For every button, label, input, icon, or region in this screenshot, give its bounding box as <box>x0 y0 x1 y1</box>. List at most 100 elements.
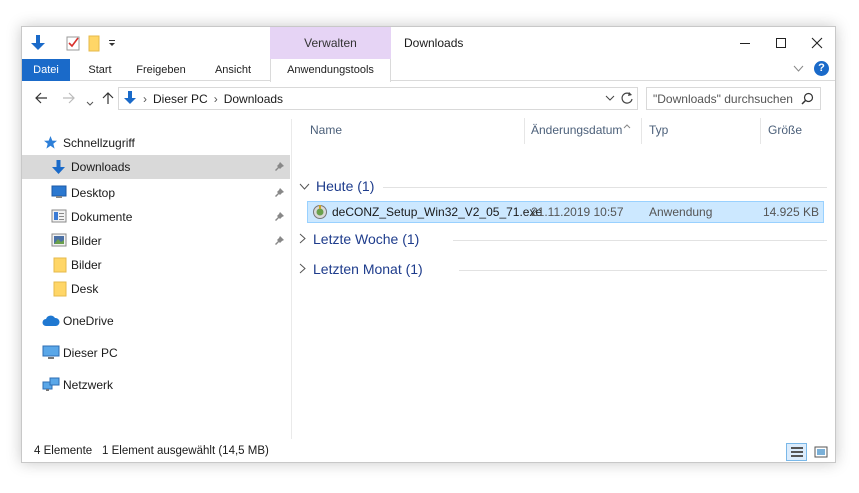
group-header-heute[interactable]: Heute (1) <box>299 175 374 197</box>
search-input[interactable]: "Downloads" durchsuchen <box>646 87 821 110</box>
sidebar-item-label: Bilder <box>71 258 102 272</box>
navigation-pane: Schnellzugriff Downloads Desktop Dokumen… <box>22 116 290 440</box>
new-folder-icon[interactable] <box>87 35 101 52</box>
back-arrow-icon[interactable] <box>34 91 48 108</box>
sidebar-item-desk[interactable]: Desk <box>22 277 290 301</box>
breadcrumb-downloads[interactable]: Downloads <box>224 92 283 106</box>
sidebar-item-label: Bilder <box>71 234 102 248</box>
pane-divider[interactable] <box>291 119 292 439</box>
sidebar-item-bilder-folder[interactable]: Bilder <box>22 253 290 277</box>
breadcrumb-separator-icon[interactable]: › <box>143 92 147 106</box>
search-icon[interactable] <box>801 92 814 108</box>
group-header-letzten-monat[interactable]: Letzten Monat (1) <box>299 258 423 280</box>
group-label: Letzte Woche (1) <box>313 231 420 247</box>
file-date: 21.11.2019 10:57 <box>531 205 624 219</box>
breadcrumb-separator-icon[interactable]: › <box>214 92 218 106</box>
up-arrow-icon[interactable] <box>102 91 114 108</box>
forward-arrow-icon[interactable] <box>62 91 76 108</box>
column-header-type[interactable]: Typ <box>649 123 668 137</box>
thumbnail-view-icon <box>814 446 827 458</box>
tab-anwendungstools[interactable]: Anwendungstools <box>270 59 391 82</box>
file-row[interactable]: deCONZ_Setup_Win32_V2_05_71.exe 21.11.20… <box>307 201 824 223</box>
help-icon[interactable]: ? <box>814 61 829 76</box>
sidebar-item-label: Dokumente <box>71 210 133 224</box>
sidebar-item-onedrive[interactable]: OneDrive <box>22 309 290 333</box>
group-header-letzte-woche[interactable]: Letzte Woche (1) <box>299 228 419 250</box>
column-separator[interactable] <box>524 118 525 144</box>
sidebar-item-label: OneDrive <box>63 314 114 328</box>
refresh-icon[interactable] <box>620 91 634 108</box>
column-separator[interactable] <box>760 118 761 144</box>
group-divider <box>459 270 827 271</box>
properties-icon[interactable] <box>66 35 81 51</box>
chevron-right-icon <box>299 231 307 247</box>
computer-icon <box>42 345 60 363</box>
pictures-icon <box>51 233 67 250</box>
window-title: Downloads <box>404 36 464 50</box>
close-button[interactable] <box>799 27 835 59</box>
file-type: Anwendung <box>649 205 713 219</box>
navigation-bar: › Dieser PC › Downloads "Downloads" durc… <box>22 82 835 116</box>
pin-icon[interactable] <box>274 235 285 249</box>
tab-ansicht[interactable]: Ansicht <box>206 59 260 81</box>
maximize-icon <box>776 38 786 48</box>
close-icon <box>811 37 823 49</box>
recent-locations-chevron-icon[interactable] <box>86 96 94 110</box>
title-bar: Verwalten Downloads <box>22 27 835 59</box>
address-dropdown-icon[interactable] <box>605 92 615 107</box>
sidebar-item-dokumente[interactable]: Dokumente <box>22 205 290 229</box>
ribbon-tabs: Datei Start Freigeben Ansicht Anwendungs… <box>22 59 835 82</box>
details-view-button[interactable] <box>786 443 807 461</box>
minimize-icon <box>740 43 750 44</box>
pin-icon[interactable] <box>274 187 285 201</box>
download-location-icon <box>123 90 137 109</box>
sort-chevron-icon <box>623 118 631 132</box>
status-selection: 1 Element ausgewählt (14,5 MB) <box>102 445 269 457</box>
tab-start[interactable]: Start <box>78 59 122 81</box>
folder-icon <box>53 281 67 300</box>
address-bar[interactable]: › Dieser PC › Downloads <box>118 87 638 110</box>
column-header-size[interactable]: Größe <box>768 123 802 137</box>
quick-access-toolbar <box>30 33 117 53</box>
tab-datei[interactable]: Datei <box>22 59 70 81</box>
file-size: 14.925 KB <box>762 205 819 219</box>
status-item-count: 4 Elemente <box>34 445 93 457</box>
pin-icon[interactable] <box>274 161 285 175</box>
sidebar-item-label: Desktop <box>71 186 116 200</box>
breadcrumb-dieser-pc[interactable]: Dieser PC <box>153 92 208 106</box>
sidebar-item-schnellzugriff[interactable]: Schnellzugriff <box>22 131 290 155</box>
expand-ribbon-icon[interactable] <box>793 62 804 76</box>
sidebar-item-bilder-pinned[interactable]: Bilder <box>22 229 290 253</box>
file-list: Name Änderungsdatum Typ Größe Heute (1) … <box>293 116 833 440</box>
download-arrow-icon <box>30 34 46 52</box>
group-divider <box>383 187 827 188</box>
chevron-down-icon <box>299 178 310 194</box>
tab-freigeben[interactable]: Freigeben <box>128 59 194 81</box>
sidebar-item-label: Schnellzugriff <box>63 136 135 150</box>
sidebar-item-downloads[interactable]: Downloads <box>22 155 290 179</box>
search-placeholder: "Downloads" durchsuchen <box>653 92 793 106</box>
download-folder-icon <box>51 159 66 178</box>
folder-icon <box>53 257 67 276</box>
minimize-button[interactable] <box>727 27 763 59</box>
cloud-icon <box>42 315 60 330</box>
sidebar-item-netzwerk[interactable]: Netzwerk <box>22 373 290 397</box>
sidebar-item-label: Downloads <box>71 160 131 174</box>
file-explorer-window: Verwalten Downloads Datei Start Freigebe… <box>21 26 836 463</box>
large-icons-view-button[interactable] <box>810 443 831 461</box>
sidebar-item-label: Dieser PC <box>63 346 118 360</box>
column-header-date[interactable]: Änderungsdatum <box>531 123 622 137</box>
column-separator[interactable] <box>641 118 642 144</box>
column-header-name[interactable]: Name <box>310 123 342 137</box>
customize-toolbar-icon[interactable] <box>107 38 117 48</box>
group-label: Letzten Monat (1) <box>313 261 423 277</box>
sidebar-item-dieser-pc[interactable]: Dieser PC <box>22 341 290 365</box>
maximize-button[interactable] <box>763 27 799 59</box>
group-label: Heute (1) <box>316 178 375 194</box>
pin-icon[interactable] <box>274 211 285 225</box>
sidebar-item-label: Desk <box>71 282 99 296</box>
sidebar-item-desktop[interactable]: Desktop <box>22 181 290 205</box>
contextual-tab-group: Verwalten <box>270 27 391 59</box>
group-divider <box>453 240 827 241</box>
network-icon <box>42 377 60 395</box>
